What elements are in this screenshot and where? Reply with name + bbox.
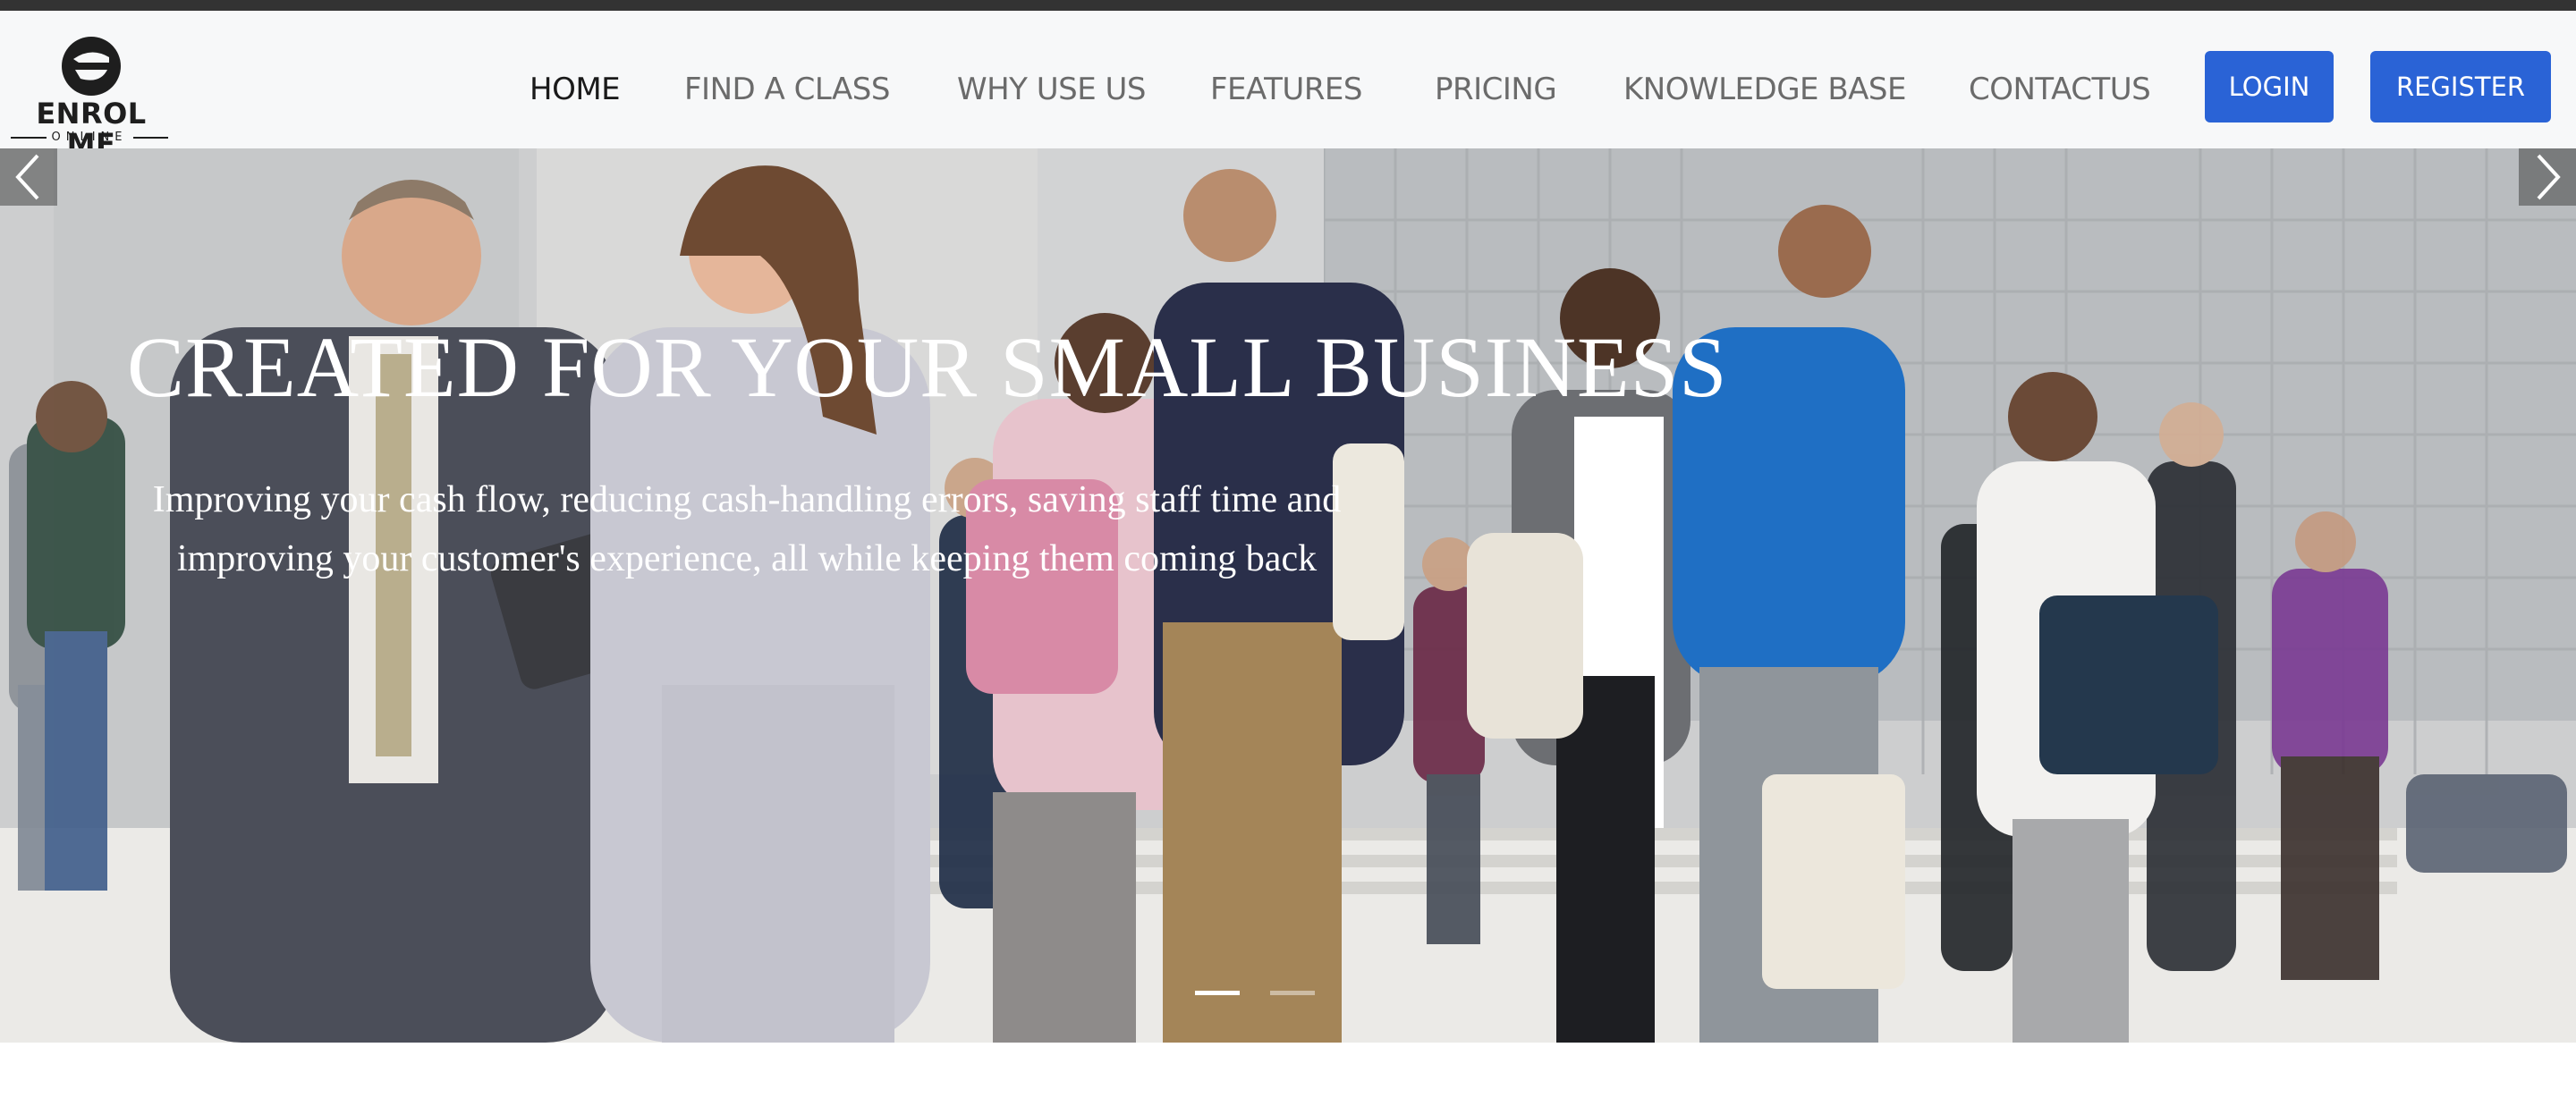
- brand-tagline: ONLINE: [51, 131, 128, 144]
- chevron-right-icon: [2537, 154, 2561, 200]
- carousel-indicators: [1195, 991, 1320, 996]
- carousel-prev-button[interactable]: [0, 148, 57, 206]
- nav-why-use-us[interactable]: WHY USE US: [957, 72, 1147, 107]
- hero-title: CREATED FOR YOUR SMALL BUSINESS: [127, 319, 1728, 415]
- top-strip: [0, 0, 2576, 11]
- register-button[interactable]: REGISTER: [2370, 51, 2551, 122]
- nav-knowledge-base[interactable]: KNOWLEDGE BASE: [1623, 72, 1907, 107]
- hero-subtitle: Improving your cash flow, reducing cash-…: [152, 479, 1342, 579]
- brand-tagline-row: ONLINE: [5, 131, 174, 145]
- login-button[interactable]: LOGIN: [2205, 51, 2334, 122]
- chevron-left-icon: [15, 154, 39, 200]
- carousel-dot-2[interactable]: [1270, 991, 1315, 995]
- nav-find-a-class[interactable]: FIND A CLASS: [684, 72, 890, 107]
- site-header: ENROL ME ONLINE HOME FIND A CLASS WHY US…: [0, 11, 2576, 159]
- page-below-hero: [0, 1043, 2576, 1098]
- carousel-dot-1[interactable]: [1195, 991, 1240, 995]
- hero-background-photo: [0, 148, 2576, 1043]
- hero-carousel: CREATED FOR YOUR SMALL BUSINESS Improvin…: [0, 148, 2576, 1043]
- nav-home[interactable]: HOME: [530, 72, 621, 107]
- nav-contactus[interactable]: CONTACTUS: [1969, 72, 2151, 107]
- nav-pricing[interactable]: PRICING: [1435, 72, 1557, 107]
- carousel-next-button[interactable]: [2519, 148, 2576, 206]
- main-nav: HOME FIND A CLASS WHY USE US FEATURES PR…: [0, 72, 2576, 107]
- nav-features[interactable]: FEATURES: [1210, 72, 1363, 107]
